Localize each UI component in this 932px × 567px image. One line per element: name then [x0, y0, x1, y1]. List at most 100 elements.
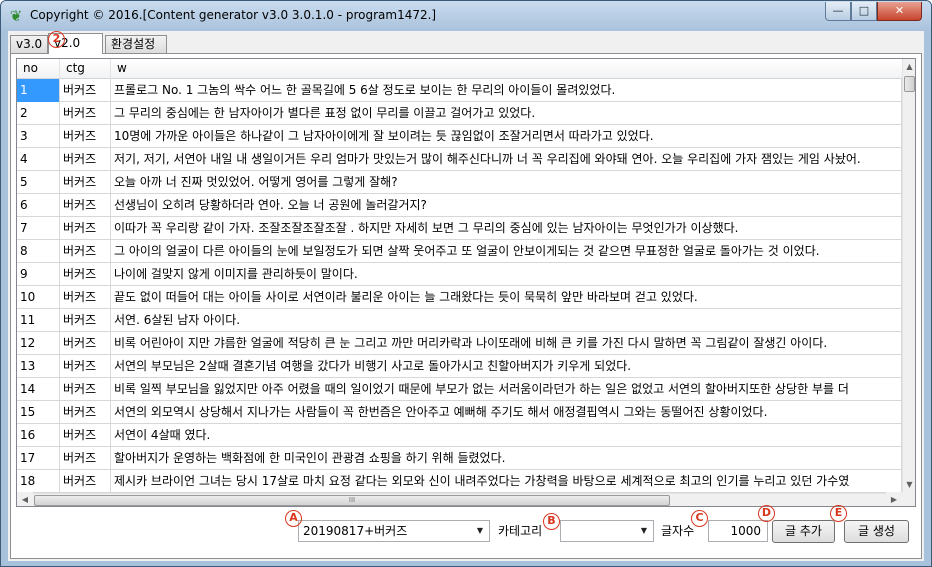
- cell-no[interactable]: 9: [17, 263, 60, 286]
- cell-ctg[interactable]: 버커즈: [60, 309, 111, 332]
- cell-ctg[interactable]: 버커즈: [60, 194, 111, 217]
- cell-no[interactable]: 8: [17, 240, 60, 263]
- table-row[interactable]: 18 버커즈 제시카 브라이언 그녀는 당시 17살로 마치 요정 같다는 외모와 …: [17, 470, 902, 493]
- cell-ctg[interactable]: 버커즈: [60, 102, 111, 125]
- cell-no[interactable]: 4: [17, 148, 60, 171]
- cell-no[interactable]: 7: [17, 217, 60, 240]
- cell-ctg[interactable]: 버커즈: [60, 332, 111, 355]
- table-row[interactable]: 16 버커즈 서연이 4살때 였다.: [17, 424, 902, 447]
- cell-ctg[interactable]: 버커즈: [60, 240, 111, 263]
- scroll-down-icon[interactable]: ▼: [903, 477, 915, 493]
- table-row[interactable]: 17 버커즈 할아버지가 운영하는 백화점에 한 미국인이 관광겸 쇼핑을 하기 위…: [17, 447, 902, 470]
- close-button[interactable]: ✕: [877, 2, 922, 21]
- table-row[interactable]: 13 버커즈 서연의 부모님은 2살때 결혼기념 여행을 갔다가 비행기 사고로 돌…: [17, 355, 902, 378]
- cell-w[interactable]: 서연의 부모님은 2살때 결혼기념 여행을 갔다가 비행기 사고로 돌아가시고 …: [111, 355, 902, 378]
- cell-no[interactable]: 11: [17, 309, 60, 332]
- source-combo[interactable]: 20190817+버커즈 ▼: [298, 520, 490, 542]
- cell-ctg[interactable]: 버커즈: [60, 378, 111, 401]
- cell-no[interactable]: 10: [17, 286, 60, 309]
- cell-no[interactable]: 5: [17, 171, 60, 194]
- scroll-up-icon[interactable]: ▲: [903, 59, 915, 75]
- cell-w[interactable]: 끝도 없이 떠들어 대는 아이들 사이로 서연이라 불리운 아이는 늘 그래왔다…: [111, 286, 902, 309]
- scroll-left-icon[interactable]: ◀: [17, 492, 33, 506]
- cell-w[interactable]: 비록 어린아이 지만 갸름한 얼굴에 적당히 큰 눈 그리고 까만 머리카락과 …: [111, 332, 902, 355]
- maximize-button[interactable]: □: [851, 2, 877, 21]
- vertical-scroll-thumb[interactable]: [904, 76, 915, 92]
- cell-ctg[interactable]: 버커즈: [60, 401, 111, 424]
- horizontal-scroll-thumb[interactable]: III: [34, 495, 670, 506]
- cell-w[interactable]: 할아버지가 운영하는 백화점에 한 미국인이 관광겸 쇼핑을 하기 위해 들렸었…: [111, 447, 902, 470]
- cell-w[interactable]: 그 무리의 중심에는 한 남자아이가 별다른 표정 없이 무리를 이끌고 걸어가…: [111, 102, 902, 125]
- cell-w[interactable]: 서연이 4살때 였다.: [111, 424, 902, 447]
- cell-no[interactable]: 2: [17, 102, 60, 125]
- table-row[interactable]: 14 버커즈 비록 일찍 부모님을 잃었지만 아주 어렸을 때의 일이었기 때문에 …: [17, 378, 902, 401]
- table-row[interactable]: 12 버커즈 비록 어린아이 지만 갸름한 얼굴에 적당히 큰 눈 그리고 까만 머…: [17, 332, 902, 355]
- cell-w[interactable]: 저기, 저기, 서연아 내일 내 생일이거든 우리 엄마가 맛있는거 많이 해주…: [111, 148, 902, 171]
- table-row[interactable]: 7 버커즈 이따가 꼭 우리랑 같이 가자. 조잘조잘조잘조잘 . 하지만 자세히 …: [17, 217, 902, 240]
- table-row[interactable]: 9 버커즈 나이에 걸맞지 않게 이미지를 관리하듯이 말이다.: [17, 263, 902, 286]
- table-row[interactable]: 11 버커즈 서연. 6살된 남자 아이다.: [17, 309, 902, 332]
- cell-w[interactable]: 프롤로그 No. 1 그놈의 싹수 어느 한 골목길에 5 6살 정도로 보이는…: [111, 79, 902, 102]
- cell-no[interactable]: 3: [17, 125, 60, 148]
- vertical-scrollbar[interactable]: ▲ ▼: [902, 59, 915, 493]
- tab-v3[interactable]: v3.0: [10, 35, 48, 53]
- cell-ctg[interactable]: 버커즈: [60, 424, 111, 447]
- tab-settings[interactable]: 환경설정: [105, 35, 167, 53]
- cell-ctg[interactable]: 버커즈: [60, 217, 111, 240]
- table-row[interactable]: 2 버커즈 그 무리의 중심에는 한 남자아이가 별다른 표정 없이 무리를 이끌고…: [17, 102, 902, 125]
- cell-ctg[interactable]: 버커즈: [60, 148, 111, 171]
- cell-w[interactable]: 나이에 걸맞지 않게 이미지를 관리하듯이 말이다.: [111, 263, 902, 286]
- cell-ctg[interactable]: 버커즈: [60, 171, 111, 194]
- cell-no[interactable]: 17: [17, 447, 60, 470]
- cell-w[interactable]: 오늘 아까 너 진짜 멋있었어. 어떻게 영어를 그렇게 잘해?: [111, 171, 902, 194]
- count-label: 글자수: [661, 524, 695, 538]
- category-combo[interactable]: ▼: [560, 520, 654, 542]
- cell-w[interactable]: 제시카 브라이언 그녀는 당시 17살로 마치 요정 같다는 외모와 신이 내려…: [111, 470, 902, 493]
- table-row[interactable]: 10 버커즈 끝도 없이 떠들어 대는 아이들 사이로 서연이라 불리운 아이는 늘…: [17, 286, 902, 309]
- cell-ctg[interactable]: 버커즈: [60, 125, 111, 148]
- minimize-button[interactable]: —: [825, 2, 851, 21]
- cell-ctg[interactable]: 버커즈: [60, 355, 111, 378]
- cell-no[interactable]: 16: [17, 424, 60, 447]
- chevron-down-icon[interactable]: ▼: [474, 521, 486, 541]
- content-grid[interactable]: no ctg w 1 버커즈 프롤로그 No. 1 그놈의 싹수 어느 한 골목길에…: [16, 58, 916, 507]
- table-row[interactable]: 5 버커즈 오늘 아까 너 진짜 멋있었어. 어떻게 영어를 그렇게 잘해?: [17, 171, 902, 194]
- cell-no[interactable]: 18: [17, 470, 60, 493]
- chevron-down-icon[interactable]: ▼: [638, 521, 650, 541]
- cell-no[interactable]: 14: [17, 378, 60, 401]
- cell-no[interactable]: 13: [17, 355, 60, 378]
- title-bar[interactable]: ❦ Copyright © 2016.[Content generator v3…: [1, 1, 931, 31]
- cell-w[interactable]: 서연의 외모역시 상당해서 지나가는 사람들이 꼭 한번즘은 안아주고 예뻐해 …: [111, 401, 902, 424]
- table-row[interactable]: 8 버커즈 그 아이의 얼굴이 다른 아이들의 눈에 보일정도가 되면 살짝 웃어주…: [17, 240, 902, 263]
- source-combo-value: 20190817+버커즈: [303, 524, 408, 538]
- cell-ctg[interactable]: 버커즈: [60, 447, 111, 470]
- cell-ctg[interactable]: 버커즈: [60, 470, 111, 493]
- cell-ctg[interactable]: 버커즈: [60, 263, 111, 286]
- table-row[interactable]: 4 버커즈 저기, 저기, 서연아 내일 내 생일이거든 우리 엄마가 맛있는거 많…: [17, 148, 902, 171]
- table-row[interactable]: 3 버커즈 10명에 가까운 아이들은 하나같이 그 남자아이에게 잘 보이려는 듯…: [17, 125, 902, 148]
- column-header-w[interactable]: w: [111, 59, 902, 79]
- cell-ctg[interactable]: 버커즈: [60, 79, 111, 102]
- cell-ctg[interactable]: 버커즈: [60, 286, 111, 309]
- cell-w[interactable]: 서연. 6살된 남자 아이다.: [111, 309, 902, 332]
- cell-w[interactable]: 비록 일찍 부모님을 잃었지만 아주 어렸을 때의 일이었기 때문에 부모가 없…: [111, 378, 902, 401]
- table-row[interactable]: 15 버커즈 서연의 외모역시 상당해서 지나가는 사람들이 꼭 한번즘은 안아주고…: [17, 401, 902, 424]
- column-header-no[interactable]: no: [17, 59, 60, 79]
- app-icon: ❦: [9, 7, 23, 25]
- add-text-button[interactable]: 글 추가: [772, 520, 835, 543]
- cell-no[interactable]: 1: [17, 79, 60, 102]
- scroll-right-icon[interactable]: ▶: [886, 492, 902, 506]
- cell-no[interactable]: 15: [17, 401, 60, 424]
- table-row[interactable]: 1 버커즈 프롤로그 No. 1 그놈의 싹수 어느 한 골목길에 5 6살 정도로…: [17, 79, 902, 102]
- table-row[interactable]: 6 버커즈 선생님이 오히려 당황하더라 연아. 오늘 너 공원에 놀러갈거지?: [17, 194, 902, 217]
- count-input[interactable]: 1000: [708, 520, 768, 542]
- generate-text-button[interactable]: 글 생성: [844, 520, 909, 543]
- cell-w[interactable]: 그 아이의 얼굴이 다른 아이들의 눈에 보일정도가 되면 살짝 웃어주고 또 …: [111, 240, 902, 263]
- horizontal-scrollbar[interactable]: ◀ III ▶: [17, 492, 902, 506]
- cell-w[interactable]: 선생님이 오히려 당황하더라 연아. 오늘 너 공원에 놀러갈거지?: [111, 194, 902, 217]
- cell-no[interactable]: 12: [17, 332, 60, 355]
- cell-w[interactable]: 10명에 가까운 아이들은 하나같이 그 남자아이에게 잘 보이려는 듯 끊임없…: [111, 125, 902, 148]
- column-header-ctg[interactable]: ctg: [60, 59, 111, 79]
- cell-w[interactable]: 이따가 꼭 우리랑 같이 가자. 조잘조잘조잘조잘 . 하지만 자세히 보면 그…: [111, 217, 902, 240]
- cell-no[interactable]: 6: [17, 194, 60, 217]
